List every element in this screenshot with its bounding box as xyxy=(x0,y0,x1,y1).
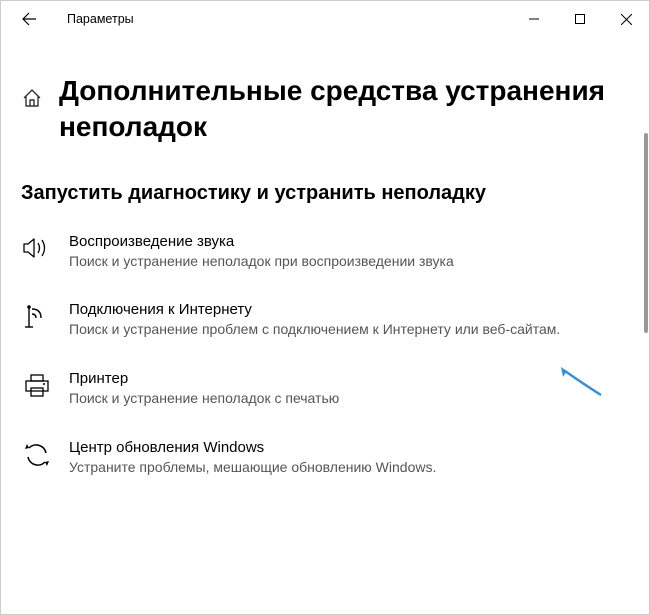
arrow-left-icon xyxy=(21,11,37,27)
troubleshooter-windows-update[interactable]: Центр обновления Windows Устраните пробл… xyxy=(21,439,629,478)
update-icon xyxy=(21,441,53,469)
troubleshooter-text: Принтер Поиск и устранение неполадок с п… xyxy=(69,370,629,409)
troubleshooter-desc: Устраните проблемы, мешающие обновлению … xyxy=(69,458,629,478)
minimize-icon xyxy=(529,14,539,24)
troubleshooter-title: Центр обновления Windows xyxy=(69,439,629,456)
home-icon xyxy=(21,87,43,109)
minimize-button[interactable] xyxy=(511,3,557,35)
window-title: Параметры xyxy=(67,12,134,26)
troubleshooter-list: Воспроизведение звука Поиск и устранение… xyxy=(21,233,629,477)
troubleshooter-desc: Поиск и устранение проблем с подключение… xyxy=(69,320,629,340)
maximize-button[interactable] xyxy=(557,3,603,35)
close-button[interactable] xyxy=(603,3,649,35)
wifi-icon xyxy=(21,303,53,331)
section-heading: Запустить диагностику и устранить непола… xyxy=(21,182,629,205)
troubleshooter-internet[interactable]: Подключения к Интернету Поиск и устранен… xyxy=(21,301,629,340)
troubleshooter-desc: Поиск и устранение неполадок с печатью xyxy=(69,389,629,409)
troubleshooter-desc: Поиск и устранение неполадок при воспрои… xyxy=(69,252,629,272)
page-header: Дополнительные средства устранения непол… xyxy=(21,73,629,146)
printer-icon xyxy=(21,372,53,400)
troubleshooter-title: Подключения к Интернету xyxy=(69,301,629,318)
troubleshooter-text: Центр обновления Windows Устраните пробл… xyxy=(69,439,629,478)
back-button[interactable] xyxy=(15,5,43,33)
home-button[interactable] xyxy=(21,87,43,114)
troubleshooter-text: Воспроизведение звука Поиск и устранение… xyxy=(69,233,629,272)
titlebar: Параметры xyxy=(1,1,649,37)
window-controls xyxy=(511,3,649,35)
troubleshooter-audio[interactable]: Воспроизведение звука Поиск и устранение… xyxy=(21,233,629,272)
content: Дополнительные средства устранения непол… xyxy=(1,37,649,487)
troubleshooter-printer[interactable]: Принтер Поиск и устранение неполадок с п… xyxy=(21,370,629,409)
page-title: Дополнительные средства устранения непол… xyxy=(59,73,629,146)
troubleshooter-title: Воспроизведение звука xyxy=(69,233,629,250)
maximize-icon xyxy=(575,14,585,24)
troubleshooter-text: Подключения к Интернету Поиск и устранен… xyxy=(69,301,629,340)
audio-icon xyxy=(21,235,53,261)
close-icon xyxy=(621,14,632,25)
scrollbar[interactable] xyxy=(644,133,648,333)
troubleshooter-title: Принтер xyxy=(69,370,629,387)
